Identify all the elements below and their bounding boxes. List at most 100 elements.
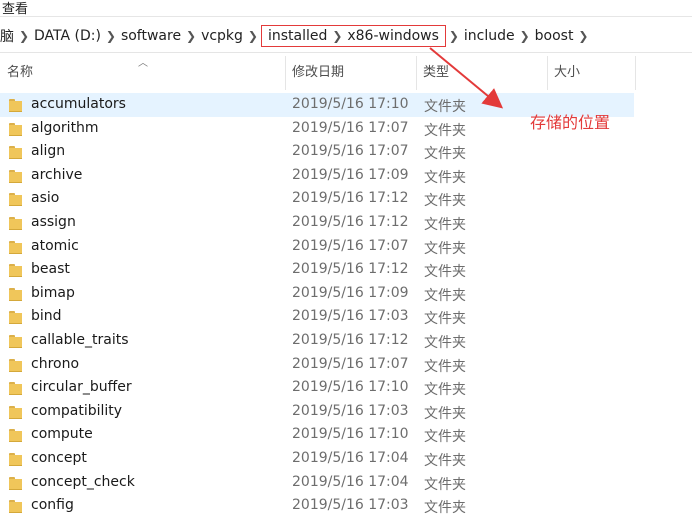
highlight-box: installed ❯ x86-windows [260,25,446,47]
address-bar[interactable]: 脑 ❯ DATA (D:) ❯ software ❯ vcpkg ❯ insta… [0,20,692,53]
folder-icon [9,287,22,301]
folder-icon [9,452,22,466]
file-date: 2019/5/16 17:12 [292,331,409,348]
file-row[interactable]: chrono 2019/5/16 17:07 文件夹 [0,353,692,377]
column-size[interactable]: 大小 [548,56,636,90]
column-date[interactable]: 修改日期 [286,56,417,90]
folder-icon [9,122,22,136]
ribbon-tab-bar: 查看 [0,0,692,17]
file-name: algorithm [31,119,99,136]
file-date: 2019/5/16 17:07 [292,119,409,136]
file-name: compute [31,426,93,443]
file-row[interactable]: circular_buffer 2019/5/16 17:10 文件夹 [0,376,692,400]
breadcrumb-boost[interactable]: boost [531,28,578,44]
file-row[interactable]: concept_check 2019/5/16 17:04 文件夹 [0,471,692,495]
file-row[interactable]: bind 2019/5/16 17:03 文件夹 [0,305,692,329]
folder-icon [9,334,22,348]
annotation-label: 存储的位置 [530,113,611,132]
file-name: callable_traits [31,331,129,348]
file-name: bind [31,308,62,325]
file-row[interactable]: concept 2019/5/16 17:04 文件夹 [0,447,692,471]
chevron-right-icon[interactable]: ❯ [105,29,117,43]
file-row[interactable]: callable_traits 2019/5/16 17:12 文件夹 [0,329,692,353]
breadcrumb-computer[interactable]: 脑 [0,26,18,46]
chevron-right-icon[interactable]: ❯ [247,29,259,43]
file-date: 2019/5/16 17:12 [292,213,409,230]
file-date: 2019/5/16 17:10 [292,96,409,112]
file-type: 文件夹 [424,429,466,446]
file-row[interactable]: beast 2019/5/16 17:12 文件夹 [0,258,692,282]
file-date: 2019/5/16 17:09 [292,284,409,301]
file-type: 文件夹 [424,358,466,375]
file-name: align [31,143,66,160]
column-name[interactable]: 名称 [0,56,286,90]
breadcrumb-vcpkg[interactable]: vcpkg [197,28,247,44]
file-date: 2019/5/16 17:07 [292,143,409,160]
chevron-right-icon[interactable]: ❯ [577,29,589,43]
folder-icon [9,311,22,325]
folder-icon [9,216,22,230]
file-type: 文件夹 [424,193,466,210]
column-type-label: 类型 [423,65,450,80]
folder-icon [9,146,22,160]
folder-icon [9,500,22,514]
chevron-right-icon[interactable]: ❯ [519,29,531,43]
file-date: 2019/5/16 17:10 [292,426,409,443]
chevron-right-icon[interactable]: ❯ [331,29,343,43]
breadcrumb-include[interactable]: include [460,28,519,44]
file-type: 文件夹 [424,287,466,304]
file-type: 文件夹 [424,311,466,328]
file-date: 2019/5/16 17:04 [292,449,409,466]
chevron-right-icon[interactable]: ❯ [448,29,460,43]
file-date: 2019/5/16 17:03 [292,497,409,514]
file-date: 2019/5/16 17:03 [292,402,409,419]
breadcrumb-drive[interactable]: DATA (D:) [30,28,105,44]
file-type: 文件夹 [424,500,466,517]
file-date: 2019/5/16 17:04 [292,473,409,490]
file-type: 文件夹 [424,240,466,257]
folder-icon [9,429,22,443]
file-name: config [31,497,74,514]
file-row[interactable]: archive 2019/5/16 17:09 文件夹 [0,164,692,188]
breadcrumb-software[interactable]: software [117,28,185,44]
file-type: 文件夹 [424,382,466,399]
file-date: 2019/5/16 17:12 [292,190,409,207]
ribbon-tab-view[interactable]: 查看 [2,0,28,17]
file-name: assign [31,213,76,230]
file-type: 文件夹 [424,334,466,351]
file-row[interactable]: config 2019/5/16 17:03 文件夹 [0,494,692,518]
file-name: asio [31,190,60,207]
file-date: 2019/5/16 17:09 [292,166,409,183]
file-type: 文件夹 [424,146,466,163]
file-list: accumulators 2019/5/16 17:10 文件夹 algorithm 2… [0,93,692,518]
folder-icon [9,358,22,372]
folder-icon [9,193,22,207]
file-type: 文件夹 [424,122,466,139]
file-row[interactable]: atomic 2019/5/16 17:07 文件夹 [0,235,692,259]
file-row[interactable]: asio 2019/5/16 17:12 文件夹 [0,187,692,211]
file-row[interactable]: bimap 2019/5/16 17:09 文件夹 [0,282,692,306]
file-name: beast [31,261,70,278]
file-date: 2019/5/16 17:12 [292,261,409,278]
file-row[interactable]: compatibility 2019/5/16 17:03 文件夹 [0,400,692,424]
column-type[interactable]: 类型 [417,56,548,90]
breadcrumb-installed[interactable]: installed [264,28,331,44]
file-name: concept [31,449,87,466]
file-date: 2019/5/16 17:07 [292,237,409,254]
file-name: concept_check [31,473,135,490]
folder-icon [9,476,22,490]
file-date: 2019/5/16 17:03 [292,308,409,325]
chevron-right-icon[interactable]: ❯ [18,29,30,43]
column-date-label: 修改日期 [292,65,345,80]
file-row[interactable]: align 2019/5/16 17:07 文件夹 [0,140,692,164]
file-row[interactable]: assign 2019/5/16 17:12 文件夹 [0,211,692,235]
file-name: archive [31,166,83,183]
file-row[interactable]: compute 2019/5/16 17:10 文件夹 [0,423,692,447]
chevron-right-icon[interactable]: ❯ [185,29,197,43]
folder-icon [9,382,22,396]
file-name: accumulators [31,96,126,112]
breadcrumb-x86-windows[interactable]: x86-windows [343,28,443,44]
file-type: 文件夹 [424,452,466,469]
file-type: 文件夹 [424,405,466,422]
folder-icon [9,240,22,254]
